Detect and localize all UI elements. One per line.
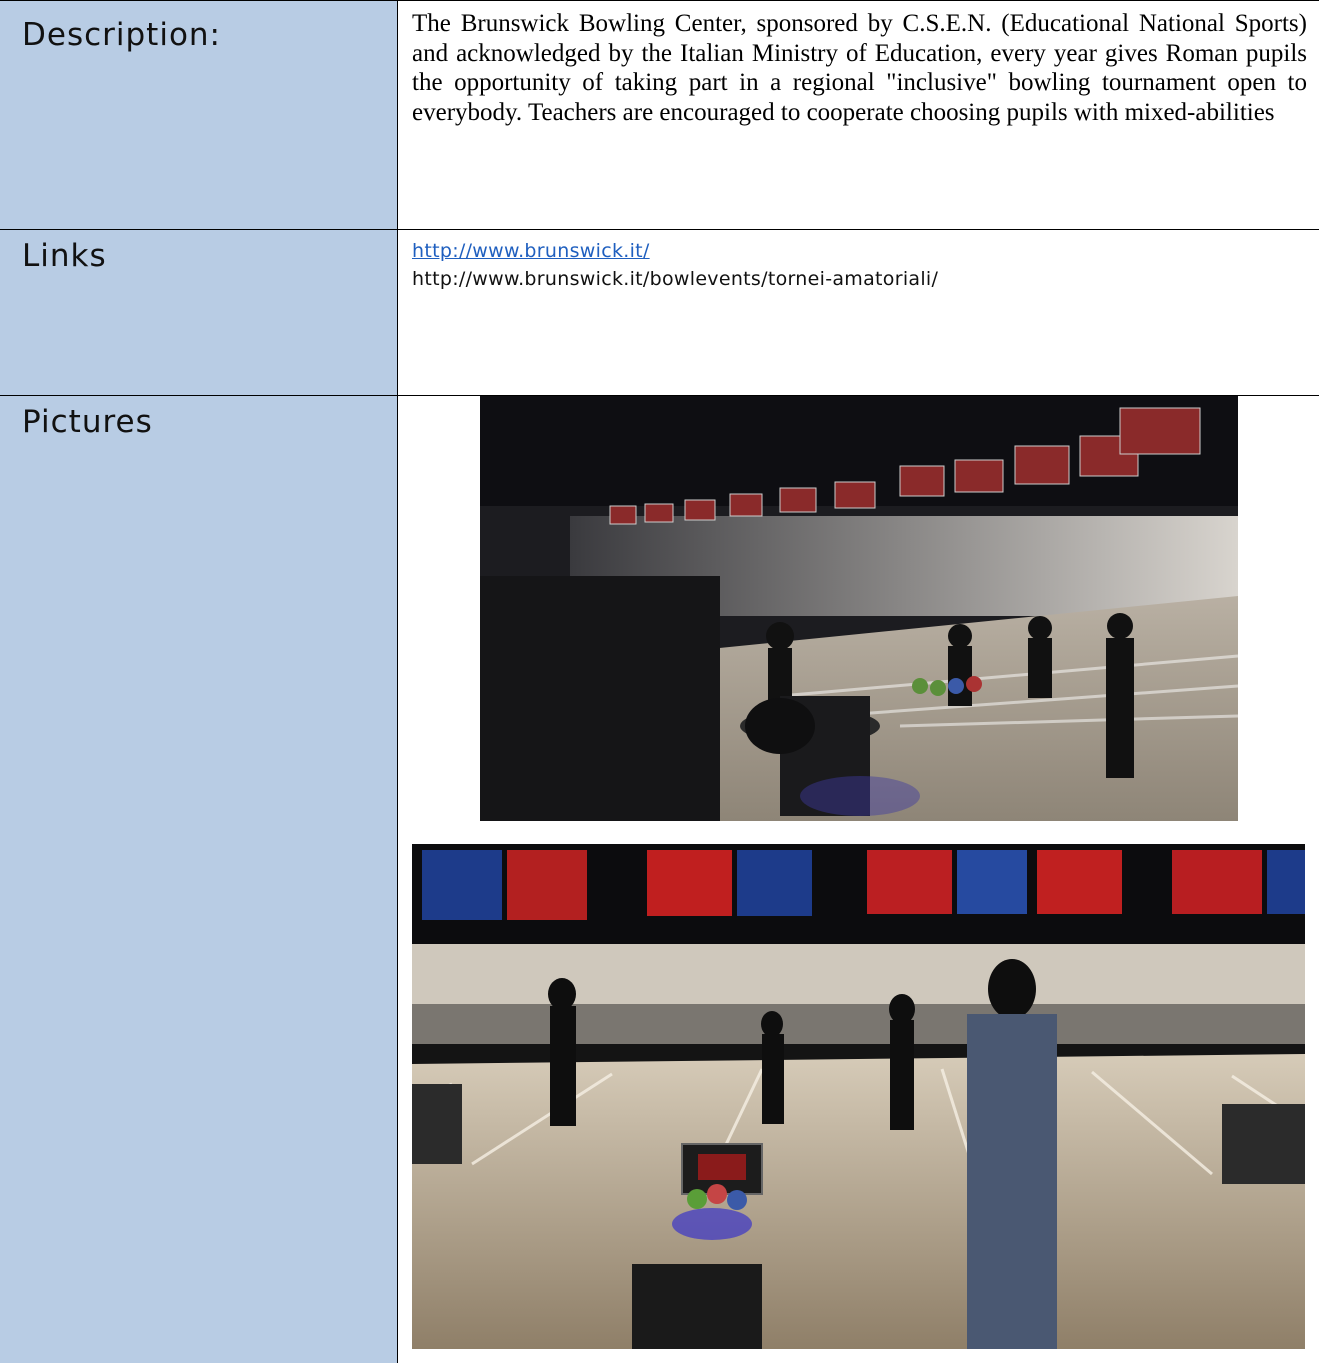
pictures-label: Pictures	[22, 404, 153, 440]
description-label-cell: Description:	[0, 0, 398, 230]
links-value-cell: http://www.brunswick.it/ http://www.brun…	[398, 230, 1319, 396]
description-label: Description:	[22, 17, 221, 53]
links-label-cell: Links	[0, 230, 398, 396]
pictures-label-cell: Pictures	[0, 396, 398, 1363]
brunswick-tournaments-link: http://www.brunswick.it/bowlevents/torne…	[412, 268, 939, 290]
bowling-photo-2	[412, 844, 1305, 1349]
brunswick-link[interactable]: http://www.brunswick.it/	[412, 237, 938, 265]
description-value-cell: The Brunswick Bowling Center, sponsored …	[398, 0, 1319, 230]
description-text: The Brunswick Bowling Center, sponsored …	[412, 10, 1307, 126]
bowling-photo-1	[480, 396, 1238, 821]
links-label: Links	[22, 238, 107, 274]
info-table: Description: The Brunswick Bowling Cente…	[0, 0, 1319, 1363]
